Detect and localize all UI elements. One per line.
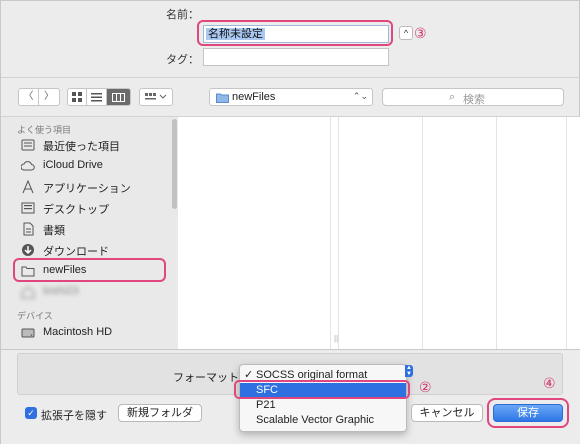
sidebar-item-desktop[interactable]: デスクトップ xyxy=(19,200,169,216)
callout-3: ③ xyxy=(414,25,427,41)
documents-icon xyxy=(23,222,34,236)
format-option-label: Scalable Vector Graphic xyxy=(256,414,375,426)
list-icon xyxy=(91,93,102,102)
user-home-icon xyxy=(21,286,35,299)
sidebar-item-user-home[interactable]: toshi23 xyxy=(19,284,169,300)
forward-button[interactable]: 〉 xyxy=(39,88,60,106)
new-folder-button[interactable]: 新規フォルダ xyxy=(118,404,202,422)
back-button[interactable]: 〈 xyxy=(18,88,39,106)
callout-highlight-save xyxy=(487,398,569,428)
divider xyxy=(1,77,580,78)
icon-view-button[interactable] xyxy=(67,88,87,106)
updown-chevron-icon: ⌃⌄ xyxy=(352,91,368,101)
expand-toggle-button[interactable]: ^ xyxy=(399,26,413,40)
name-label: 名前： xyxy=(166,9,199,21)
column-divider xyxy=(338,117,339,349)
cloud-icon xyxy=(21,161,35,171)
column-browser[interactable]: || xyxy=(178,117,580,349)
search-placeholder: 検索 xyxy=(463,94,485,106)
sidebar-item-label: アプリケーション xyxy=(43,183,131,195)
location-name: newFiles xyxy=(232,91,276,103)
search-icon: ⌕ xyxy=(449,91,456,103)
columns-icon xyxy=(112,93,125,102)
desktop-icon xyxy=(21,202,35,214)
sidebar-scrollbar[interactable] xyxy=(172,119,177,209)
callout-2: ② xyxy=(419,379,432,395)
format-option-svg[interactable]: Scalable Vector Graphic xyxy=(240,413,406,427)
location-popup[interactable]: newFiles ⌃⌄ xyxy=(209,88,373,106)
column-resize-handle[interactable]: || xyxy=(334,334,338,343)
column-divider xyxy=(330,117,331,349)
sidebar-item-label: toshi23 xyxy=(43,285,79,297)
sidebar-item-recents[interactable]: 最近使った項目 xyxy=(19,137,169,153)
hide-extension-checkbox[interactable]: ✓ xyxy=(25,407,37,419)
sidebar: よく使う項目 最近使った項目 iCloud Drive アプリケーション デスク… xyxy=(1,117,178,349)
download-icon xyxy=(22,244,34,256)
sidebar-item-label: デスクトップ xyxy=(43,204,109,216)
sidebar-item-icloud[interactable]: iCloud Drive xyxy=(19,158,169,174)
sidebar-item-label: iCloud Drive xyxy=(43,159,103,171)
sidebar-item-downloads[interactable]: ダウンロード xyxy=(19,242,169,258)
grid-icon xyxy=(72,92,82,102)
column-divider xyxy=(496,117,497,349)
cancel-button[interactable]: キャンセル xyxy=(411,404,483,422)
format-option-p21[interactable]: P21 xyxy=(240,398,406,412)
sidebar-item-label: Macintosh HD xyxy=(43,326,113,338)
callout-highlight-sfc xyxy=(234,380,410,399)
tag-input[interactable] xyxy=(203,48,389,66)
sidebar-item-label: 最近使った項目 xyxy=(43,141,120,153)
hide-extension-label: 拡張子を隠す xyxy=(41,410,107,422)
format-option-label: P21 xyxy=(256,399,276,411)
sidebar-item-label: 書類 xyxy=(43,225,65,237)
callout-highlight-name xyxy=(197,20,393,46)
arrange-button[interactable] xyxy=(139,88,173,106)
sidebar-favorites-header: よく使う項目 xyxy=(17,125,72,135)
tag-label: タグ： xyxy=(166,54,199,66)
disk-icon xyxy=(21,328,35,338)
save-dialog: 名前： 名称未設定 ^ ③ タグ： 〈 〉 newFiles ⌃⌄ ⌕ 検索 よ… xyxy=(0,0,580,444)
callout-4: ④ xyxy=(543,375,556,391)
sidebar-item-documents[interactable]: 書類 xyxy=(19,221,169,237)
sidebar-item-applications[interactable]: アプリケーション xyxy=(19,179,169,195)
column-divider xyxy=(566,117,567,349)
sidebar-devices-header: デバイス xyxy=(17,311,53,321)
callout-highlight-sidebar xyxy=(13,258,166,282)
popup-arrows-icon[interactable]: ▲ ▼ xyxy=(405,365,413,377)
applications-icon xyxy=(22,180,34,194)
sidebar-item-label: ダウンロード xyxy=(43,246,109,258)
sidebar-item-macintosh-hd[interactable]: Macintosh HD xyxy=(19,325,169,341)
folder-icon xyxy=(216,93,229,103)
column-divider xyxy=(422,117,423,349)
search-field[interactable]: ⌕ 検索 xyxy=(382,88,564,106)
arrange-icon xyxy=(145,93,167,100)
column-view-button[interactable] xyxy=(107,88,131,106)
list-view-button[interactable] xyxy=(87,88,107,106)
recent-icon xyxy=(21,139,35,151)
